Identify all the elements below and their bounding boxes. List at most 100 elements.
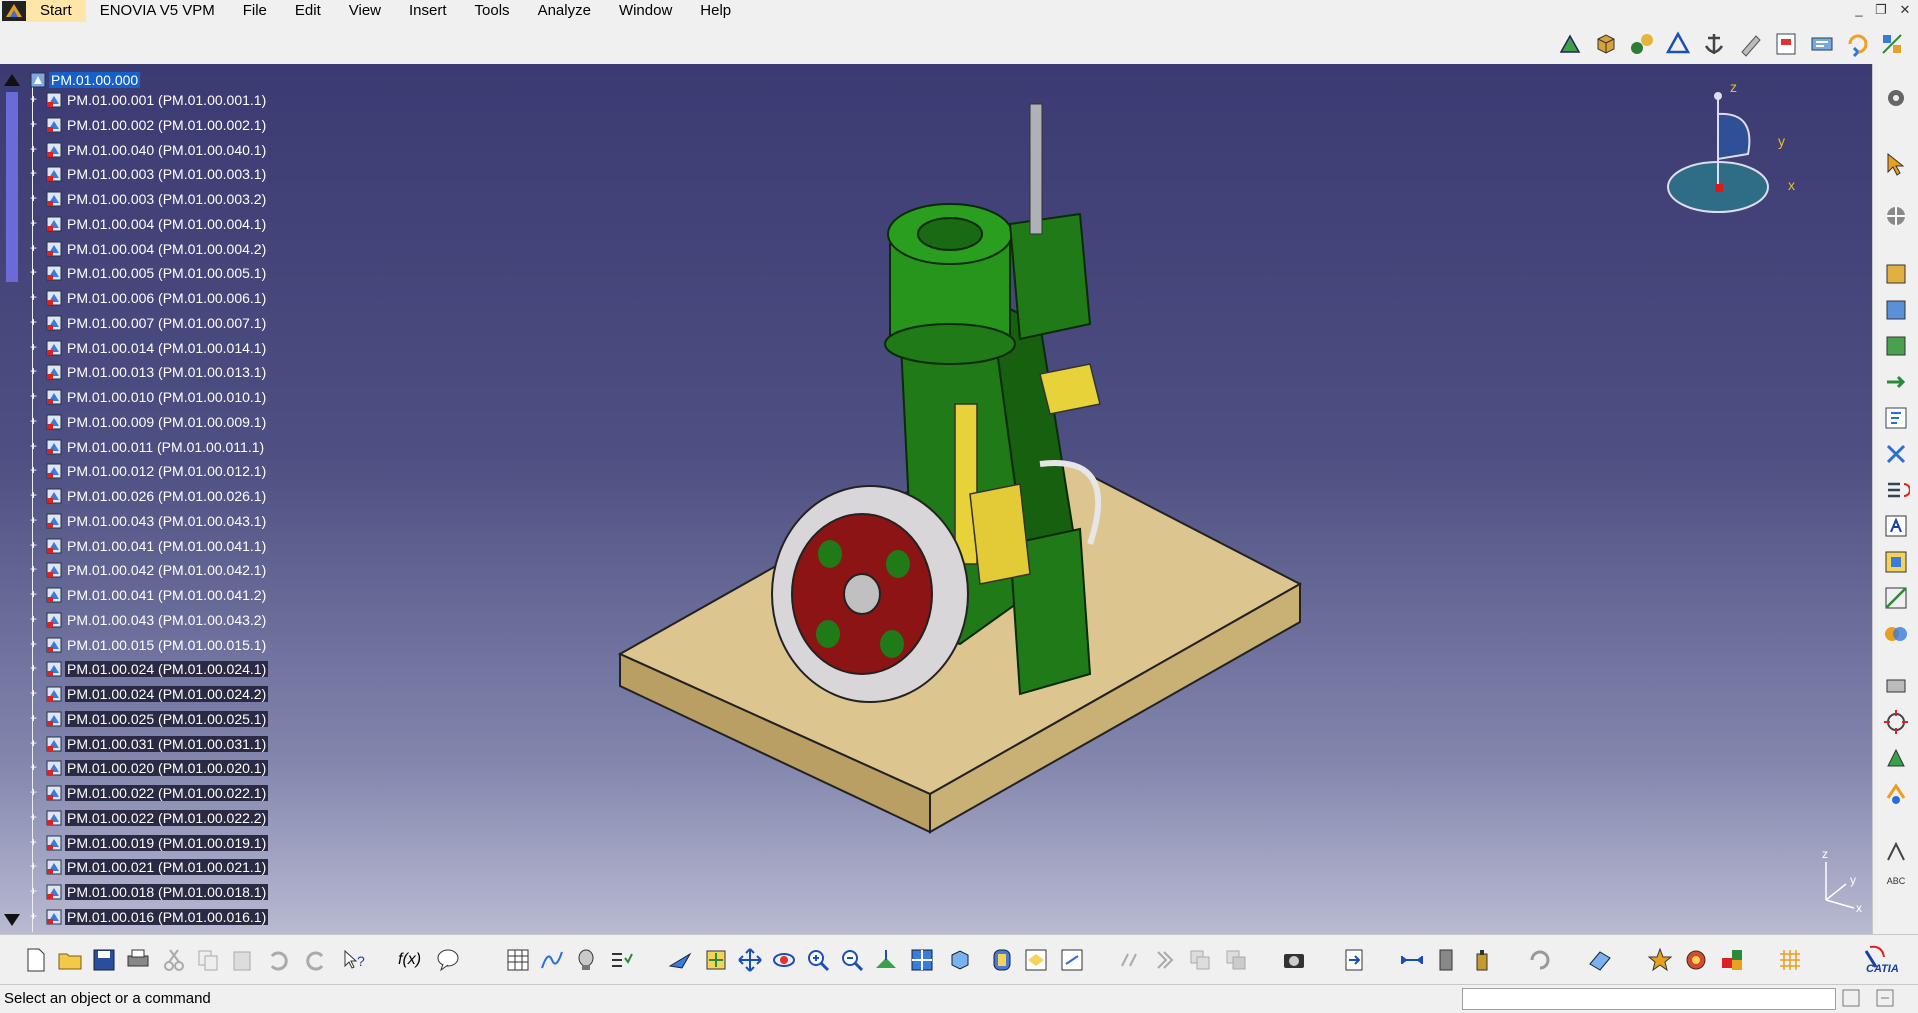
tree-node[interactable]: + PM.01.00.042 (PM.01.00.042.1): [30, 560, 268, 580]
tree-node[interactable]: + PM.01.00.012 (PM.01.00.012.1): [30, 461, 268, 481]
tree-node[interactable]: + PM.01.00.007 (PM.01.00.007.1): [30, 313, 268, 333]
knowledge-bulb-icon[interactable]: [572, 946, 600, 974]
tree-node[interactable]: + PM.01.00.004 (PM.01.00.004.1): [30, 214, 268, 234]
print-icon[interactable]: [124, 946, 152, 974]
expand-plus-icon[interactable]: +: [30, 811, 40, 823]
normal-view-icon[interactable]: [872, 946, 900, 974]
expand-plus-icon[interactable]: +: [30, 464, 40, 476]
reorder-icon[interactable]: [1882, 476, 1910, 504]
tree-root[interactable]: PM.01.00.000: [30, 70, 141, 90]
save-icon[interactable]: [90, 946, 118, 974]
tree-node[interactable]: + PM.01.00.019 (PM.01.00.019.1): [30, 833, 269, 853]
hide-show-icon[interactable]: [1022, 946, 1050, 974]
tree-node[interactable]: + PM.01.00.043 (PM.01.00.043.1): [30, 511, 268, 531]
scroll-thumb[interactable]: [6, 92, 18, 282]
tree-node[interactable]: + PM.01.00.011 (PM.01.00.011.1): [30, 437, 266, 457]
law-icon[interactable]: [538, 946, 566, 974]
material-library-icon[interactable]: [1718, 946, 1746, 974]
knowledge-icon[interactable]: [1808, 30, 1836, 58]
multi-view-icon[interactable]: [908, 946, 936, 974]
swap-document-icon[interactable]: [1340, 946, 1368, 974]
swap-space-icon[interactable]: [1058, 946, 1086, 974]
expand-plus-icon[interactable]: +: [30, 662, 40, 674]
menu-analyze[interactable]: Analyze: [524, 0, 605, 22]
tree-node[interactable]: + PM.01.00.025 (PM.01.00.025.1): [30, 709, 269, 729]
expand-plus-icon[interactable]: +: [30, 836, 40, 848]
expand-plus-icon[interactable]: +: [30, 440, 40, 452]
tree-node[interactable]: + PM.01.00.043 (PM.01.00.043.2): [30, 610, 268, 630]
catia-app-icon[interactable]: [2, 1, 26, 21]
measure-item-icon[interactable]: [1432, 946, 1460, 974]
expand-plus-icon[interactable]: +: [30, 613, 40, 625]
menu-file[interactable]: File: [229, 0, 281, 22]
scroll-down-arrow-icon[interactable]: [4, 914, 20, 926]
new-part-icon[interactable]: [1882, 332, 1910, 360]
3d-viewport[interactable]: PM.01.00.000 + PM.01.00.001 (PM.01.00.001…: [0, 64, 1872, 934]
restore-button[interactable]: ❐: [1870, 0, 1892, 20]
pan-icon[interactable]: [736, 946, 764, 974]
clash-icon[interactable]: [1882, 620, 1910, 648]
measure-between-icon[interactable]: [1398, 946, 1426, 974]
expand-plus-icon[interactable]: +: [30, 885, 40, 897]
menu-enovia[interactable]: ENOVIA V5 VPM: [86, 0, 229, 22]
capture-camera-icon[interactable]: [1280, 946, 1308, 974]
status-tile-icon[interactable]: [1840, 987, 1862, 1009]
expand-plus-icon[interactable]: +: [30, 316, 40, 328]
tree-node[interactable]: + PM.01.00.005 (PM.01.00.005.1): [30, 263, 268, 283]
publication-icon[interactable]: [1882, 780, 1910, 808]
expand-plus-icon[interactable]: +: [30, 860, 40, 872]
tree-node[interactable]: + PM.01.00.018 (PM.01.00.018.1): [30, 882, 269, 902]
expand-plus-icon[interactable]: +: [30, 167, 40, 179]
tree-node[interactable]: + PM.01.00.024 (PM.01.00.024.2): [30, 684, 269, 704]
explode-icon[interactable]: [1882, 708, 1910, 736]
steam-engine-model[interactable]: [600, 74, 1320, 894]
tree-node[interactable]: + PM.01.00.015 (PM.01.00.015.1): [30, 635, 268, 655]
zoom-out-icon[interactable]: [838, 946, 866, 974]
expand-plus-icon[interactable]: +: [30, 415, 40, 427]
fit-all-icon[interactable]: [702, 946, 730, 974]
tree-node[interactable]: + PM.01.00.004 (PM.01.00.004.2): [30, 239, 268, 259]
tree-node[interactable]: + PM.01.00.021 (PM.01.00.021.1): [30, 857, 269, 877]
multi-tool-icon[interactable]: [1878, 30, 1906, 58]
expand-plus-icon[interactable]: +: [30, 638, 40, 650]
menu-window[interactable]: Window: [605, 0, 686, 22]
new-product-icon[interactable]: [1882, 296, 1910, 324]
menu-tools[interactable]: Tools: [461, 0, 524, 22]
pencil-icon[interactable]: [1736, 30, 1764, 58]
tree-node[interactable]: + PM.01.00.003 (PM.01.00.003.1): [30, 164, 268, 184]
expand-plus-icon[interactable]: +: [30, 514, 40, 526]
formula-button[interactable]: f(x): [398, 951, 421, 969]
shading-icon[interactable]: [988, 946, 1016, 974]
gear-icon[interactable]: [1882, 84, 1910, 112]
multi-instantiation-icon[interactable]: [1882, 440, 1910, 468]
anchor-icon[interactable]: [1700, 30, 1728, 58]
tree-node[interactable]: + PM.01.00.026 (PM.01.00.026.1): [30, 486, 268, 506]
tree-node[interactable]: + PM.01.00.001 (PM.01.00.001.1): [30, 90, 268, 110]
graph-tree-icon[interactable]: [1882, 404, 1910, 432]
expand-plus-icon[interactable]: +: [30, 737, 40, 749]
menu-help[interactable]: Help: [686, 0, 745, 22]
tree-node[interactable]: + PM.01.00.041 (PM.01.00.041.2): [30, 585, 268, 605]
grid-snap-icon[interactable]: [1776, 946, 1804, 974]
expand-plus-icon[interactable]: +: [30, 539, 40, 551]
expand-plus-icon[interactable]: +: [30, 291, 40, 303]
tree-node[interactable]: + PM.01.00.016 (PM.01.00.016.1): [30, 907, 269, 927]
tree-node[interactable]: + PM.01.00.024 (PM.01.00.024.1): [30, 659, 269, 679]
close-button[interactable]: ✕: [1894, 0, 1916, 20]
comment-icon[interactable]: [434, 946, 462, 974]
product-cube-icon[interactable]: [1592, 30, 1620, 58]
open-folder-icon[interactable]: [56, 946, 84, 974]
flag-note-icon[interactable]: [1882, 836, 1910, 864]
expand-plus-icon[interactable]: +: [30, 93, 40, 105]
fix-icon[interactable]: [1882, 744, 1910, 772]
refresh-icon[interactable]: [1526, 946, 1554, 974]
expand-plus-icon[interactable]: +: [30, 192, 40, 204]
tree-node[interactable]: + PM.01.00.031 (PM.01.00.031.1): [30, 734, 269, 754]
manipulation-icon[interactable]: [1882, 202, 1910, 230]
expand-plus-icon[interactable]: +: [30, 242, 40, 254]
sheet-icon[interactable]: [1772, 30, 1800, 58]
expand-plus-icon[interactable]: +: [30, 687, 40, 699]
snap-icon[interactable]: [1882, 672, 1910, 700]
tree-scrollbar[interactable]: [2, 70, 22, 930]
menu-start[interactable]: Start: [26, 0, 86, 22]
